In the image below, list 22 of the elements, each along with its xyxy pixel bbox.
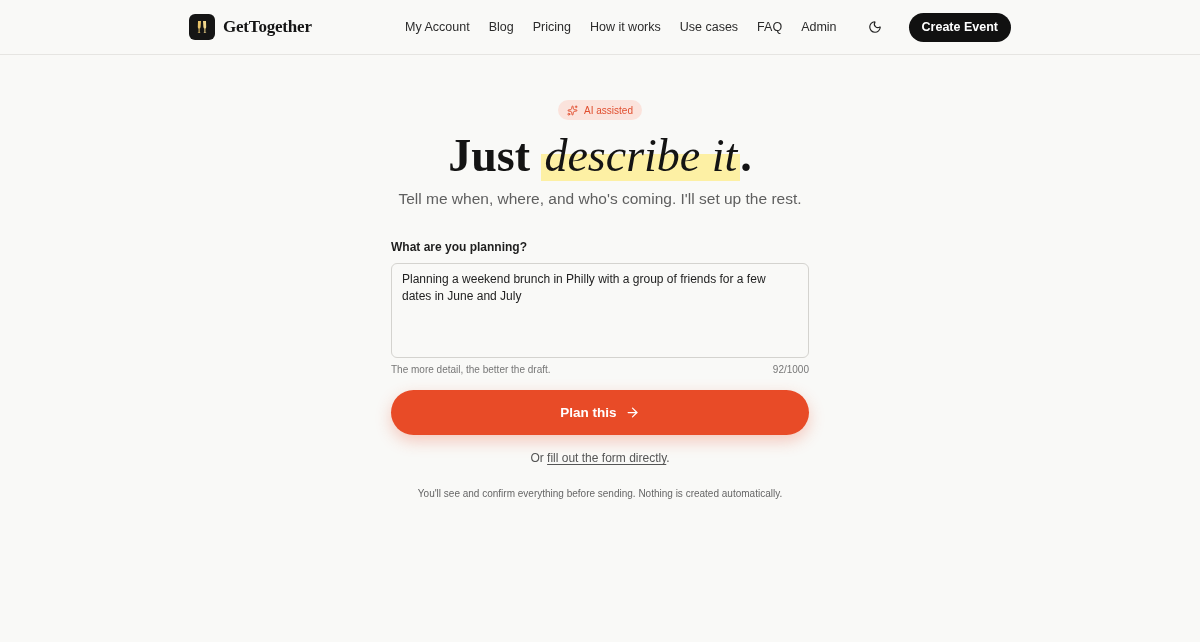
- nav-link[interactable]: Pricing: [532, 17, 571, 37]
- character-counter: 92/1000: [772, 363, 809, 378]
- nav-link[interactable]: Blog: [488, 17, 514, 37]
- plan-this-button[interactable]: Plan this: [391, 390, 809, 436]
- moon-icon: [867, 20, 882, 34]
- nav-link[interactable]: My Account: [405, 17, 470, 37]
- nav-link[interactable]: Admin: [801, 17, 837, 37]
- field-hint: The more detail, the better the draft.: [391, 363, 551, 378]
- brand-name[interactable]: GetTogether: [223, 14, 312, 40]
- badge-label: AI assisted: [584, 103, 633, 118]
- field-label: What are you planning?: [391, 239, 528, 257]
- disclaimer-text: You'll see and confirm everything before sending. Nothing is created automatically.: [417, 487, 783, 502]
- nav-link[interactable]: Use cases: [679, 17, 739, 37]
- arrow-right-icon: [624, 405, 640, 421]
- sparkle-icon: [567, 104, 579, 116]
- nav-link[interactable]: FAQ: [757, 17, 783, 37]
- plan-description-field[interactable]: Planning a weekend brunch in Philly with a group of friends for a few dates in June and July: [391, 263, 809, 359]
- page-subtitle: Tell me when, where, and who's coming. I'll set up the rest.: [398, 189, 802, 209]
- champagne-glasses-logo-icon[interactable]: [189, 14, 215, 40]
- alternative-option-text: Or fill out the form directly.: [530, 450, 670, 468]
- create-event-button[interactable]: Create Event: [908, 12, 1011, 42]
- nav-link[interactable]: How it works: [589, 17, 661, 37]
